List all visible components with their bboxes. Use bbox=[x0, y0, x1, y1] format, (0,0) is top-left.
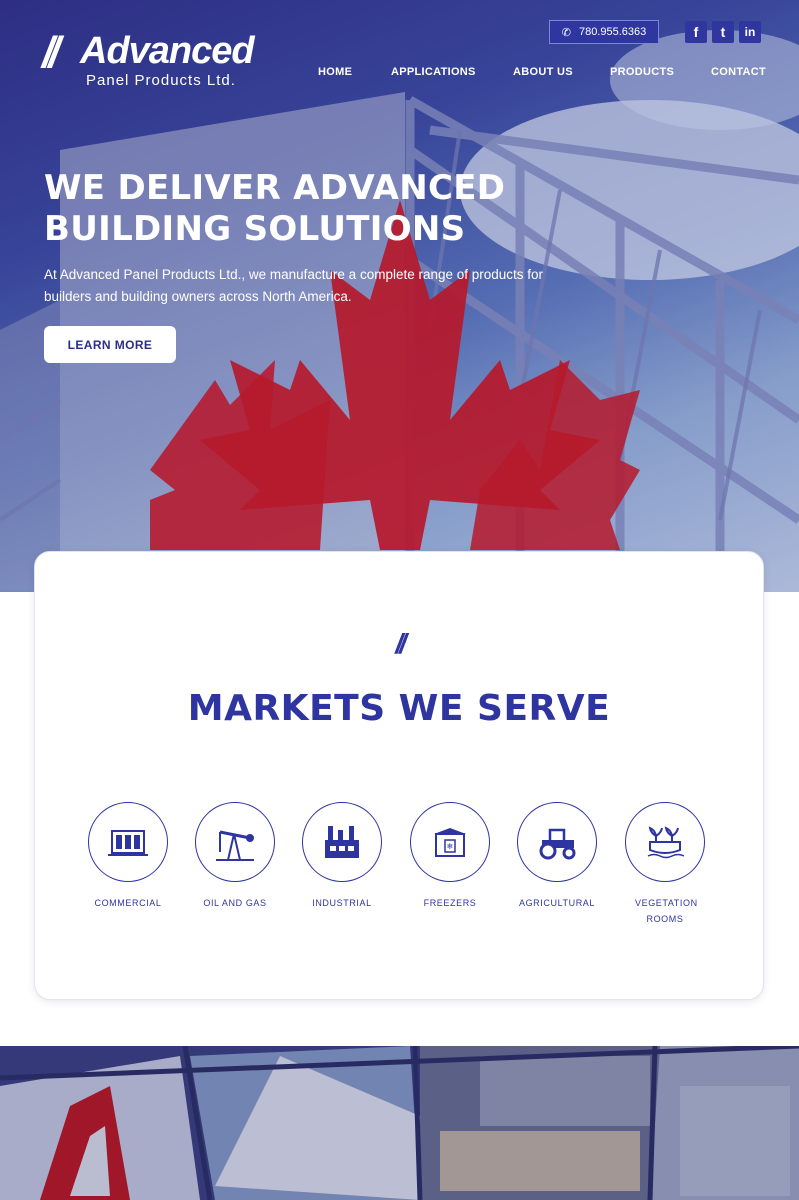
freezer-icon: ❄ bbox=[434, 828, 466, 857]
market-industrial[interactable]: INDUSTRIAL bbox=[287, 802, 397, 911]
hero-headline-line1: WE DELIVER ADVANCED bbox=[44, 168, 506, 208]
commercial-building-icon bbox=[108, 830, 148, 856]
hero-section: // Advanced Panel Products Ltd. ✆ 780.95… bbox=[0, 0, 799, 592]
markets-title: MARKETS WE SERVE bbox=[187, 688, 611, 729]
market-label: AGRICULTURAL bbox=[518, 898, 596, 908]
plant-icon bbox=[647, 826, 685, 859]
market-agricultural[interactable]: AGRICULTURAL bbox=[502, 802, 612, 911]
market-oil-and-gas[interactable]: OIL AND GAS bbox=[180, 802, 290, 911]
nav-applications[interactable]: APPLICATIONS bbox=[391, 66, 476, 78]
market-vegetation-rooms[interactable]: VEGETATION ROOMS bbox=[610, 802, 720, 927]
phone-icon: ✆ bbox=[561, 26, 571, 39]
nav-about-us[interactable]: ABOUT US bbox=[513, 66, 573, 78]
nav-products[interactable]: PRODUCTS bbox=[610, 66, 674, 78]
logo-slashes: // bbox=[42, 28, 61, 77]
project-gallery-image bbox=[0, 1046, 799, 1200]
markets-slashes: // bbox=[395, 628, 407, 659]
facebook-icon[interactable]: f bbox=[685, 21, 707, 43]
market-label: INDUSTRIAL bbox=[312, 898, 372, 908]
logo-subtitle: Panel Products Ltd. bbox=[86, 72, 236, 89]
logo[interactable]: // Advanced Panel Products Ltd. bbox=[42, 24, 272, 94]
market-label: OIL AND GAS bbox=[203, 898, 267, 908]
market-label: FREEZERS bbox=[423, 898, 477, 908]
nav-contact[interactable]: CONTACT bbox=[711, 66, 766, 78]
logo-wordmark: Advanced bbox=[80, 30, 255, 72]
market-label: VEGETATION ROOMS bbox=[635, 898, 698, 924]
market-freezers[interactable]: ❄ FREEZERS bbox=[395, 802, 505, 911]
linkedin-icon[interactable]: in bbox=[739, 21, 761, 43]
hero-lead-text: At Advanced Panel Products Ltd., we manu… bbox=[44, 267, 544, 304]
hero-headline: WE DELIVER ADVANCED BUILDING SOLUTIONS bbox=[44, 168, 524, 250]
tractor-icon bbox=[539, 828, 576, 860]
oil-pump-icon bbox=[216, 830, 254, 861]
learn-more-button[interactable]: LEARN MORE bbox=[44, 326, 176, 363]
project-gallery-strip bbox=[0, 1046, 799, 1200]
phone-button[interactable]: ✆ 780.955.6363 bbox=[549, 20, 659, 44]
phone-number: 780.955.6363 bbox=[578, 26, 647, 38]
market-commercial[interactable]: COMMERCIAL bbox=[73, 802, 183, 911]
market-label: COMMERCIAL bbox=[94, 898, 162, 908]
nav-home[interactable]: HOME bbox=[318, 66, 352, 78]
svg-text:❄: ❄ bbox=[447, 842, 454, 851]
markets-card: // MARKETS WE SERVE COMMERCIAL OIL AND G… bbox=[34, 551, 764, 1000]
twitter-icon[interactable]: t bbox=[712, 21, 734, 43]
hero-headline-line2: BUILDING SOLUTIONS bbox=[44, 209, 466, 249]
factory-icon bbox=[325, 826, 359, 858]
